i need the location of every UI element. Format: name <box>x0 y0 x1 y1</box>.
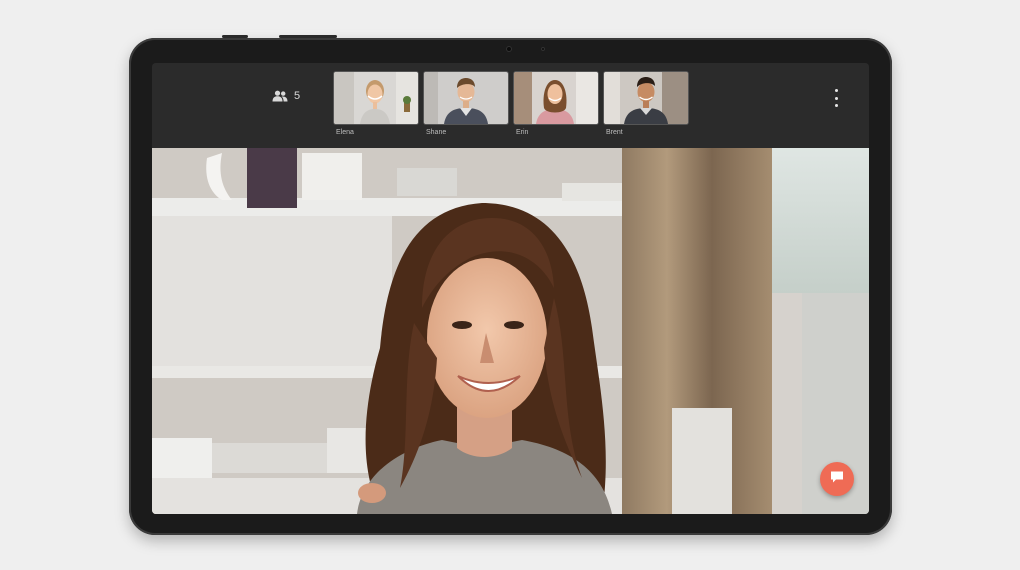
participant-thumbnail-erin[interactable] <box>514 72 598 124</box>
participant-thumbnail-shane[interactable] <box>424 72 508 124</box>
power-button <box>279 35 337 38</box>
call-toolbar: 5 Elena Shane Erin Brent <box>152 63 869 148</box>
thumbnail-name: Erin <box>516 129 529 136</box>
thumbnail-name: Brent <box>606 129 623 136</box>
thumbnail-name: Shane <box>426 129 447 136</box>
more-vertical-icon <box>834 89 838 92</box>
chat-button[interactable] <box>820 462 854 496</box>
participant-thumbnail-elena[interactable] <box>334 72 418 124</box>
thumbnail-name: Elena <box>336 129 354 136</box>
chat-bubble-icon <box>829 469 845 490</box>
people-icon <box>272 90 288 102</box>
sensor <box>541 47 545 51</box>
participant-thumbnail-brent[interactable] <box>604 72 688 124</box>
participants-button[interactable]: 5 <box>272 90 300 102</box>
video-call-screen: 5 Elena Shane Erin Brent <box>152 63 869 514</box>
main-video-feed <box>152 148 869 514</box>
front-camera <box>506 46 512 52</box>
volume-button <box>222 35 248 38</box>
more-options-button[interactable] <box>830 89 842 107</box>
participant-count: 5 <box>294 90 301 102</box>
